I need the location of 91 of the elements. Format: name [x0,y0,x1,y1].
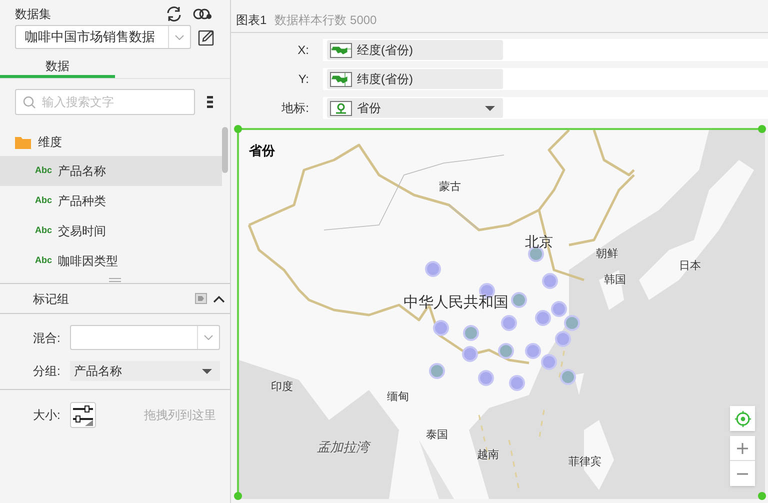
folder-label: 维度 [38,134,62,151]
map-dot[interactable] [463,325,479,341]
binding-label: 地标: [280,100,310,117]
field-chip[interactable]: 省份 [327,98,503,118]
folder-icon [15,136,31,148]
text-type-label: Abc [35,254,52,268]
map-dot[interactable] [551,301,567,317]
map-label: 菲律宾 [568,454,602,470]
peninsula-land [599,270,624,310]
dropdown-arrow-icon [485,106,495,110]
world-map-icon [330,42,352,58]
menu-icon[interactable] [207,96,213,108]
map-dot[interactable] [541,354,557,370]
map-label: 中华人民共和国 [404,292,508,313]
resize-handle[interactable] [234,125,242,133]
map-label: 日本 [679,258,701,274]
text-type-label: Abc [35,164,52,178]
locate-button[interactable] [730,406,755,431]
map-dot[interactable] [535,310,551,326]
dropdown-arrow-icon [202,368,212,374]
map-label: 印度 [271,380,293,395]
dataset-label: 数据集 [15,6,51,22]
map-label: 泰国 [426,428,448,443]
locate-icon [734,410,750,426]
chevron-down-icon [204,335,213,340]
chart-title: 图表1 [236,12,267,29]
chevron-up-icon[interactable] [213,294,225,302]
map-dot[interactable] [511,292,527,308]
search-field[interactable]: 输入搜索文字 [15,89,195,115]
search-icon [23,96,36,109]
map-pin-icon [330,100,352,116]
map-dot[interactable] [560,369,576,385]
edit-icon[interactable] [198,28,215,46]
resize-handle[interactable] [234,492,242,500]
map-dot[interactable] [425,261,441,277]
binding-field[interactable]: 经度(省份) [323,39,768,61]
map-label: 蒙古 [439,180,461,195]
field-label: 大小: [33,407,62,424]
map-label: 越南 [477,448,499,463]
map-dot[interactable] [478,370,494,386]
refresh-icon[interactable] [165,6,183,22]
chevron-down-icon [175,34,184,40]
map-dot[interactable] [564,315,580,331]
map-dot[interactable] [509,375,525,391]
field-item[interactable]: Abc 产品种类 [0,186,222,216]
tab[interactable]: 数据 [0,57,115,78]
field-label: 混合: [33,330,62,346]
sliders-icon[interactable] [70,402,96,428]
combo-select[interactable] [70,325,220,350]
linked-circles-icon[interactable] [193,8,212,20]
map-dot[interactable] [433,320,449,336]
field-item[interactable]: Abc 交易时间 [0,216,222,246]
map-dot[interactable] [498,343,514,359]
field-chip[interactable]: 纬度(省份) [327,69,503,89]
resize-handle[interactable] [758,492,766,500]
binding-field[interactable]: 纬度(省份) [323,68,768,90]
map-label: 北京 [525,232,553,252]
map-dot[interactable] [429,363,445,379]
resize-handle[interactable] [109,278,121,282]
field-chip[interactable]: 经度(省份) [327,40,503,60]
map-dot[interactable] [555,331,571,347]
text-type-label: Abc [35,194,52,208]
dataset-select[interactable]: 咖啡中国市场销售数据 [15,25,191,49]
map-label: 缅甸 [387,390,409,405]
minus-icon [737,472,748,474]
island-land [574,373,584,395]
map-dot[interactable] [525,343,541,359]
sample-count: 数据样本行数 5000 [274,12,377,29]
binding-label: Y: [297,71,310,88]
panel-title: 标记组 [33,290,70,308]
text-type-label: Abc [35,224,52,238]
plus-icon [737,442,748,454]
field-item[interactable]: Abc 咖啡因类型 [0,246,222,276]
world-map-icon [330,72,352,86]
map-dot[interactable] [501,315,517,331]
map-label: 韩国 [604,272,626,288]
field-label: 分组: [33,363,62,380]
tag-icon[interactable] [195,293,207,304]
field-item[interactable]: Abc 产品名称 [0,156,222,186]
resize-handle[interactable] [758,125,766,133]
tree-folder[interactable]: 维度 [0,128,230,156]
map-title: 省份 [249,142,275,160]
group-select[interactable]: 产品名称 [70,361,220,381]
map-dot[interactable] [542,273,558,289]
map-label: 孟加拉湾 [317,438,369,456]
binding-field[interactable]: 省份 [323,97,768,119]
map-dot[interactable] [462,346,478,362]
map-label: 朝鲜 [596,246,618,262]
drop-hint: 拖拽列到这里 [144,407,216,424]
binding-label: X: [296,42,310,59]
scrollbar-thumb[interactable] [222,127,228,173]
